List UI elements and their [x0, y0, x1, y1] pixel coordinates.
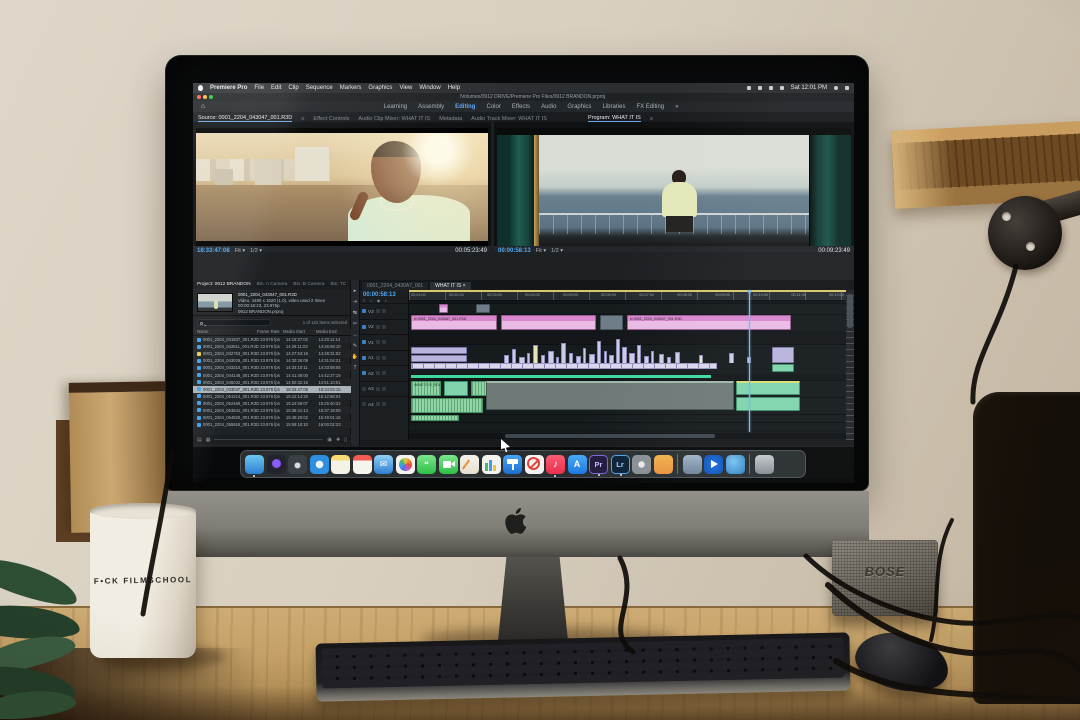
desk-scene: Premiere Pro File Edit Clip Sequence Mar…: [0, 0, 1080, 720]
cables: [140, 263, 1080, 704]
